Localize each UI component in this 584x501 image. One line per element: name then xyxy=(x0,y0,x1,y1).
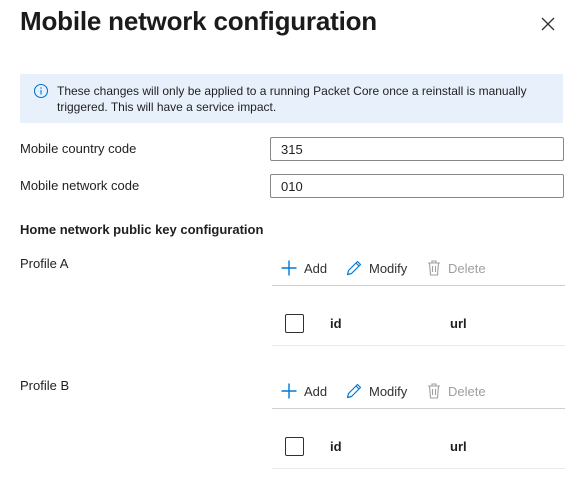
profile-a-toolbar: Add Modify Delete xyxy=(270,253,564,283)
profile-a-delete-button[interactable]: Delete xyxy=(426,253,486,283)
edit-icon xyxy=(346,260,362,276)
profile-b-select-all-checkbox[interactable] xyxy=(285,437,304,456)
info-banner: These changes will only be applied to a … xyxy=(20,74,563,123)
info-icon xyxy=(33,83,49,99)
dialog-title: Mobile network configuration xyxy=(20,6,377,36)
add-button-label: Add xyxy=(304,383,328,399)
profile-b-toolbar-divider xyxy=(272,408,565,409)
profile-a-select-all-checkbox[interactable] xyxy=(285,314,304,333)
mnc-label: Mobile network code xyxy=(20,178,140,193)
close-icon xyxy=(541,17,555,31)
profile-a-modify-button[interactable]: Modify xyxy=(345,253,407,283)
mcc-input[interactable] xyxy=(270,137,564,161)
home-network-key-heading: Home network public key configuration xyxy=(20,222,264,237)
delete-button-label: Delete xyxy=(448,383,486,399)
add-icon xyxy=(281,383,297,399)
edit-icon xyxy=(346,383,362,399)
modify-button-label: Modify xyxy=(369,383,408,399)
profile-a-col-url: url xyxy=(450,316,467,331)
profile-b-col-id: id xyxy=(330,439,342,454)
profile-b-modify-button[interactable]: Modify xyxy=(345,376,407,406)
profile-a-col-id: id xyxy=(330,316,342,331)
profile-a-add-button[interactable]: Add xyxy=(280,253,327,283)
delete-button-label: Delete xyxy=(448,260,486,276)
add-button-label: Add xyxy=(304,260,328,276)
profile-a-toolbar-divider xyxy=(272,285,565,286)
mobile-network-config-panel: Mobile network configuration These chang… xyxy=(0,0,584,501)
profile-b-table-divider xyxy=(272,468,565,469)
profile-b-add-button[interactable]: Add xyxy=(280,376,327,406)
profile-a-table-divider xyxy=(272,345,565,346)
mcc-label: Mobile country code xyxy=(20,141,137,156)
profile-b-toolbar: Add Modify Delete xyxy=(270,376,564,406)
info-banner-text: These changes will only be applied to a … xyxy=(57,84,527,114)
add-icon xyxy=(281,260,297,276)
trash-icon xyxy=(428,383,440,399)
mnc-input[interactable] xyxy=(270,174,564,198)
profile-b-col-url: url xyxy=(450,439,467,454)
profile-b-label: Profile B xyxy=(20,378,70,393)
profile-a-label: Profile A xyxy=(20,256,69,271)
close-button[interactable] xyxy=(538,14,558,34)
modify-button-label: Modify xyxy=(369,260,408,276)
profile-b-delete-button[interactable]: Delete xyxy=(426,376,486,406)
trash-icon xyxy=(428,260,440,276)
